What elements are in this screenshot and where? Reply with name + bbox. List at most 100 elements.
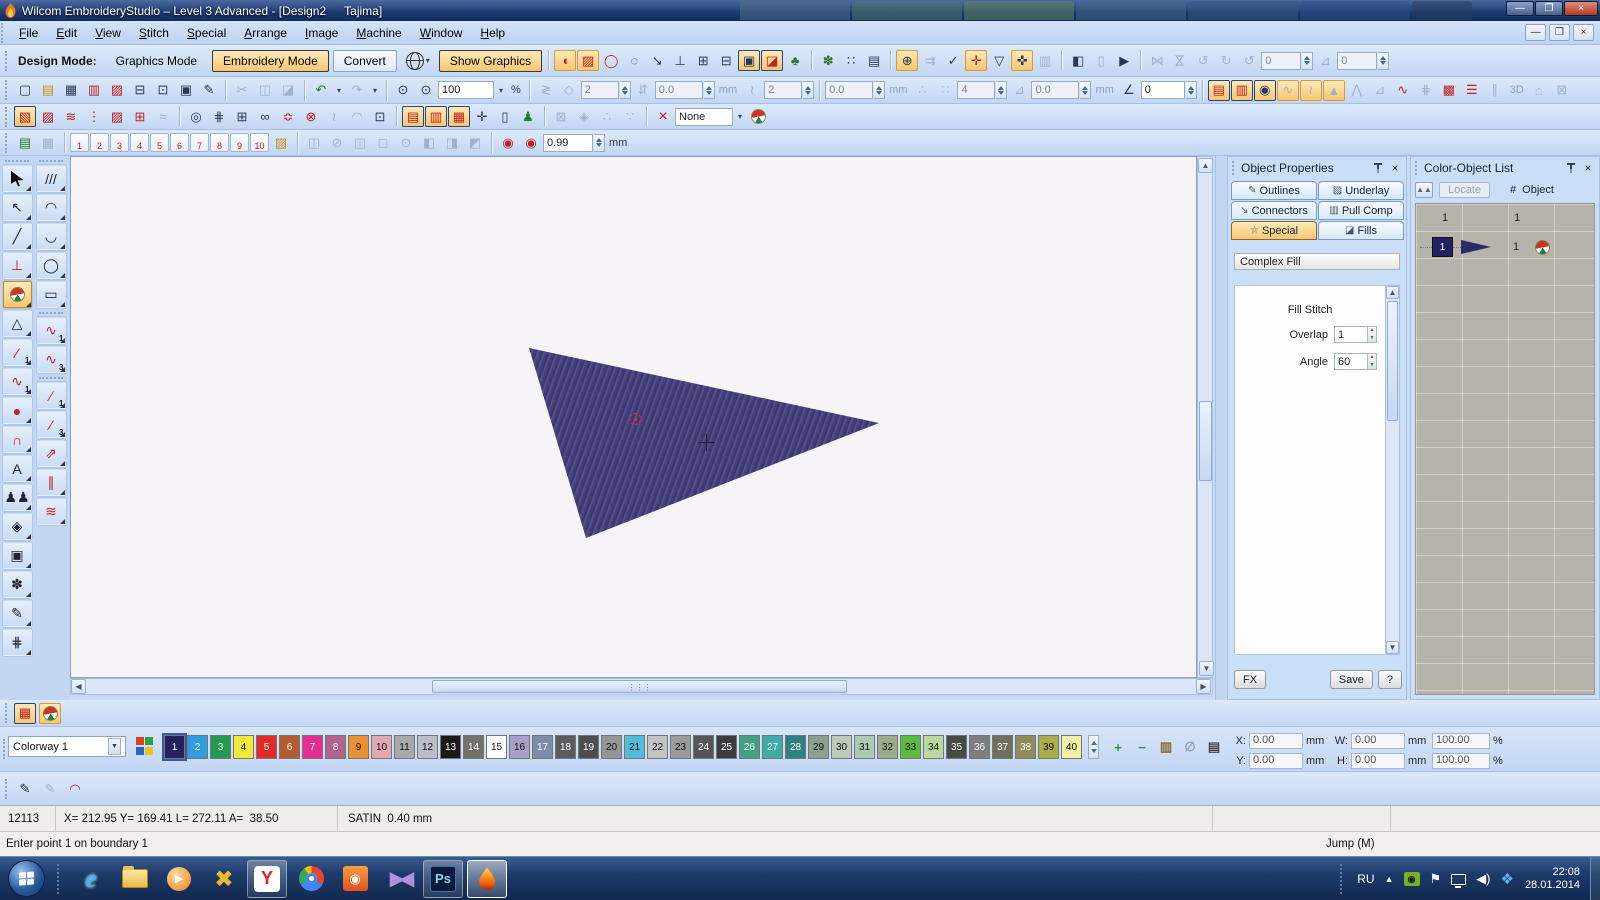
insert-design-icon[interactable]: ▥: [83, 80, 105, 101]
tatami-stitch-icon[interactable]: ▨: [577, 50, 599, 71]
run-node-tool[interactable]: ∿1: [37, 317, 66, 344]
angle-input-spinner[interactable]: [1186, 81, 1197, 99]
stamp-10[interactable]: 10: [250, 133, 269, 152]
figures-tool[interactable]: ♟♟: [3, 484, 32, 511]
locate-button[interactable]: Locate: [1439, 182, 1490, 198]
start-button[interactable]: [8, 860, 45, 897]
help-button[interactable]: ?: [1378, 670, 1402, 689]
pattern-grid-icon[interactable]: ⊞: [129, 106, 151, 127]
undo-icon[interactable]: ↶: [310, 80, 332, 101]
rotate-angle-input-spinner[interactable]: [1302, 52, 1313, 70]
skew-angle-input[interactable]: 0: [1337, 52, 1377, 70]
zoom-level-input[interactable]: 100: [438, 81, 494, 99]
color-swatch-39[interactable]: 39: [1038, 735, 1059, 759]
show-selected-icon[interactable]: ▲: [1323, 80, 1345, 101]
center-cross-icon[interactable]: ✛: [471, 106, 493, 127]
fragment2-icon[interactable]: ⊠: [550, 106, 572, 127]
tatami-pattern-2-icon[interactable]: ▨: [37, 106, 59, 127]
grid-ruler-icon[interactable]: ⊟: [715, 50, 737, 71]
stamp-3[interactable]: 3: [110, 133, 129, 152]
color-swatch-11[interactable]: 11: [394, 735, 415, 759]
color-swatch-37[interactable]: 37: [992, 735, 1013, 759]
nudge-count-input[interactable]: 4: [957, 81, 995, 99]
x-input[interactable]: 0.00: [1249, 733, 1303, 749]
density-lines-icon[interactable]: ☰: [1461, 80, 1483, 101]
menu-stitch[interactable]: Stitch: [130, 23, 178, 43]
color-swatch-1[interactable]: 1: [164, 735, 185, 759]
run-tool[interactable]: ∕1: [3, 339, 32, 366]
tab-special[interactable]: ☆Special: [1231, 221, 1317, 240]
spacing-input-spinner[interactable]: [874, 81, 885, 99]
color-swatch-35[interactable]: 35: [946, 735, 967, 759]
stitch-point2-icon[interactable]: ◉: [520, 132, 542, 153]
underlay-center-icon[interactable]: ◎: [185, 106, 207, 127]
complex-fill-window-icon[interactable]: [39, 703, 61, 724]
angle-input[interactable]: 60: [1334, 353, 1368, 370]
collapse-all-button[interactable]: ▲▲: [1415, 182, 1433, 198]
color-swatch-10[interactable]: 10: [371, 735, 392, 759]
stamp-5[interactable]: 5: [150, 133, 169, 152]
save-as-icon[interactable]: ▨: [106, 80, 128, 101]
stamp-2[interactable]: 2: [90, 133, 109, 152]
closed-shape-tool[interactable]: ◡: [37, 223, 66, 250]
tatami-pattern-5-icon[interactable]: ▨: [106, 106, 128, 127]
rotate-reset-icon[interactable]: ↺: [1238, 50, 1260, 71]
stamp-8[interactable]: 8: [210, 133, 229, 152]
remove-overlap-icon[interactable]: ×: [652, 106, 674, 127]
flower-tool[interactable]: ✽: [3, 571, 32, 598]
color-swatch-34[interactable]: 34: [923, 735, 944, 759]
color-swatch-8[interactable]: 8: [325, 735, 346, 759]
tatami-pattern-4-icon[interactable]: ⋮: [83, 106, 105, 127]
offset-input-spinner[interactable]: [704, 81, 715, 99]
penetration-icon[interactable]: ↘: [646, 50, 668, 71]
taskbar-app-media-player-classic[interactable]: ▶◀: [379, 860, 419, 898]
dropbox-icon[interactable]: ❖: [1500, 870, 1513, 888]
stitch-length-input[interactable]: 0.99: [543, 134, 593, 152]
object-color-swatch[interactable]: 1: [1432, 237, 1453, 257]
zigzag-run-tool[interactable]: ∿1: [3, 368, 32, 395]
arrow-chain-tool[interactable]: ⇗: [37, 440, 66, 467]
color-swatch-29[interactable]: 29: [808, 735, 829, 759]
scroll-down-button[interactable]: ▼: [1199, 661, 1214, 676]
show-functions-icon[interactable]: ≀: [1300, 80, 1322, 101]
border-tool[interactable]: ▣: [3, 542, 32, 569]
column-tool[interactable]: ⋕: [3, 629, 32, 656]
color-swatch-3[interactable]: 3: [210, 735, 231, 759]
tab-connectors[interactable]: ↘Connectors: [1231, 201, 1317, 220]
color-swatch-13[interactable]: 13: [440, 735, 461, 759]
knife-tool[interactable]: ╱: [3, 223, 32, 250]
color-swatch-7[interactable]: 7: [302, 735, 323, 759]
needle-point-icon[interactable]: ✛: [965, 50, 987, 71]
color-swatch-33[interactable]: 33: [900, 735, 921, 759]
color-swatch-16[interactable]: 16: [509, 735, 530, 759]
design-layout-icon[interactable]: ▤: [863, 50, 885, 71]
select-tool[interactable]: [3, 165, 32, 192]
digitize-pen-icon[interactable]: ✎: [14, 778, 36, 799]
angle-input[interactable]: 0: [1141, 81, 1185, 99]
complex-fill-tool[interactable]: [3, 281, 32, 308]
taskbar-app-chrome[interactable]: [291, 860, 331, 898]
menu-arrange[interactable]: Arrange: [235, 23, 296, 43]
show-outlines-icon[interactable]: ▥: [1231, 80, 1253, 101]
nudge-small-icon[interactable]: ∴: [911, 80, 933, 101]
corner-input-spinner[interactable]: [1080, 81, 1091, 99]
triple-run-node-tool[interactable]: ∿3: [37, 346, 66, 373]
panel-close-icon[interactable]: ×: [1581, 161, 1595, 175]
show-lettering-icon[interactable]: ⋀: [1346, 80, 1368, 101]
reshape-tool[interactable]: ↖: [3, 194, 32, 221]
maximize-button[interactable]: ❐: [1535, 1, 1563, 16]
arc-tool[interactable]: ◠: [37, 194, 66, 221]
stitch-bars-icon[interactable]: ⋕: [1415, 80, 1437, 101]
flower-icon[interactable]: ✽: [817, 50, 839, 71]
scroll-right-button[interactable]: ▶: [1196, 679, 1211, 694]
palette-scroll-spinner[interactable]: [1088, 735, 1099, 759]
menu-machine[interactable]: Machine: [347, 23, 410, 43]
nvidia-tray-icon[interactable]: ◉: [1404, 872, 1420, 886]
stamp-1[interactable]: 1: [70, 133, 89, 152]
close-button[interactable]: ×: [1564, 1, 1598, 16]
recipe-save-icon[interactable]: ▦: [37, 132, 59, 153]
scroll-up-button[interactable]: ▲: [1198, 158, 1213, 173]
monogram-tool[interactable]: ◈: [3, 513, 32, 540]
underlay-tatami-icon[interactable]: ⊞: [231, 106, 253, 127]
tray-expand-icon[interactable]: ▲: [1385, 874, 1394, 884]
